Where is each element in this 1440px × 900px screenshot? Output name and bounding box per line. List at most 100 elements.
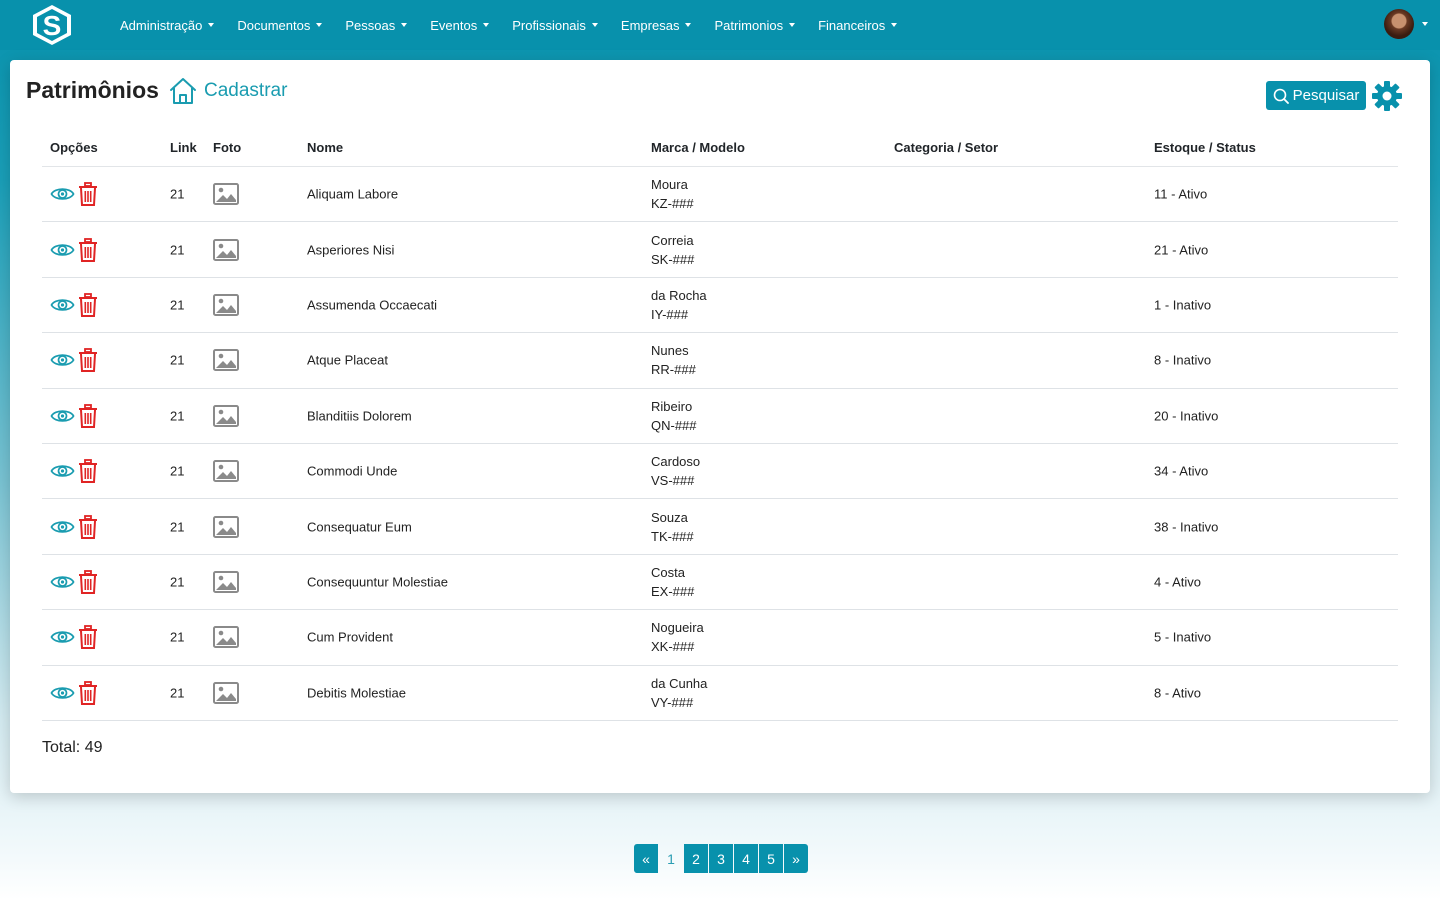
assets-card: Patrimônios Cadastrar Pesquisar Opções L…	[10, 60, 1430, 793]
user-menu[interactable]	[1384, 9, 1428, 39]
avatar[interactable]	[1384, 9, 1414, 39]
image-icon[interactable]	[213, 404, 239, 427]
image-icon[interactable]	[213, 460, 239, 483]
search-button[interactable]: Pesquisar	[1266, 81, 1366, 110]
header-name[interactable]: Nome	[307, 140, 343, 155]
image-icon[interactable]	[213, 570, 239, 593]
row-brand-model: da Rocha IY-###	[651, 286, 707, 324]
image-icon[interactable]	[213, 681, 239, 704]
image-icon[interactable]	[213, 183, 239, 206]
create-link[interactable]: Cadastrar	[204, 80, 287, 102]
row-brand-model: Moura KZ-###	[651, 175, 694, 213]
image-icon[interactable]	[213, 293, 239, 316]
pagination-page-3[interactable]: 3	[709, 844, 733, 873]
row-brand: Souza	[651, 509, 688, 525]
nav-item-patrimonios[interactable]: Patrimonios	[704, 0, 805, 50]
eye-icon[interactable]	[50, 296, 75, 314]
row-link[interactable]: 21	[170, 297, 184, 312]
nav-item-financeiros[interactable]: Financeiros	[808, 0, 907, 50]
s-logo-icon[interactable]: S	[30, 4, 74, 46]
eye-icon[interactable]	[50, 573, 75, 591]
eye-icon[interactable]	[50, 351, 75, 369]
table-row: 21 Atque Placeat Nunes RR-### 8 - Inativo	[42, 333, 1398, 389]
row-link[interactable]: 21	[170, 630, 184, 645]
caret-down-icon	[316, 23, 323, 27]
image-icon[interactable]	[213, 349, 239, 372]
pagination-page-2[interactable]: 2	[684, 844, 708, 873]
table-row: 21 Consequatur Eum Souza TK-### 38 - Inativo	[42, 499, 1398, 555]
image-icon[interactable]	[213, 626, 239, 649]
row-name: Consequuntur Molestiae	[307, 574, 448, 590]
caret-down-icon	[208, 23, 215, 27]
header-options: Opções	[50, 140, 98, 155]
eye-icon[interactable]	[50, 462, 75, 480]
eye-icon[interactable]	[50, 518, 75, 536]
table-row: 21 Blanditiis Dolorem Ribeiro QN-### 20 - In…	[42, 389, 1398, 444]
trash-icon[interactable]	[78, 514, 98, 539]
caret-down-icon	[591, 23, 598, 27]
table-row: 21 Aliquam Labore Moura KZ-### 11 - Ativo	[42, 167, 1398, 223]
gear-icon[interactable]	[1371, 80, 1403, 112]
header-photo: Foto	[213, 140, 242, 155]
trash-icon[interactable]	[78, 459, 98, 484]
pagination-page-4[interactable]: 4	[734, 844, 758, 873]
eye-icon[interactable]	[50, 407, 75, 425]
trash-icon[interactable]	[78, 182, 98, 207]
pagination-prev[interactable]: «	[634, 844, 658, 873]
home-icon[interactable]	[168, 76, 198, 106]
row-link[interactable]: 21	[170, 408, 184, 423]
row-link[interactable]: 21	[170, 685, 184, 700]
image-icon[interactable]	[213, 238, 239, 261]
row-name: Cum Provident	[307, 629, 393, 645]
row-options	[50, 182, 98, 207]
row-link[interactable]: 21	[170, 519, 184, 534]
eye-icon[interactable]	[50, 628, 75, 646]
trash-icon[interactable]	[78, 293, 98, 317]
row-model: TK-###	[651, 528, 694, 544]
row-brand-model: Souza TK-###	[651, 508, 694, 546]
eye-icon[interactable]	[50, 684, 75, 702]
nav-item-empresas[interactable]: Empresas	[611, 0, 702, 50]
trash-icon[interactable]	[78, 348, 98, 373]
nav-item-documentos[interactable]: Documentos	[227, 0, 332, 50]
nav-item-pessoas[interactable]: Pessoas	[335, 0, 417, 50]
row-options	[50, 680, 98, 705]
row-name: Asperiores Nisi	[307, 242, 395, 258]
row-link[interactable]: 21	[170, 574, 184, 589]
trash-icon[interactable]	[78, 403, 98, 428]
nav-item-administracao[interactable]: Administração	[110, 0, 224, 50]
table-row: 21 Commodi Unde Cardoso VS-### 34 - Ativo	[42, 444, 1398, 500]
trash-icon[interactable]	[78, 570, 98, 594]
trash-icon[interactable]	[78, 680, 98, 705]
header-category-sector[interactable]: Categoria / Setor	[894, 140, 998, 155]
eye-icon[interactable]	[50, 241, 75, 259]
pagination-next[interactable]: »	[784, 844, 808, 873]
row-link[interactable]: 21	[170, 353, 184, 368]
nav-item-profissionais[interactable]: Profissionais	[502, 0, 608, 50]
row-options	[50, 625, 98, 650]
row-stock-status: 4 - Ativo	[1154, 574, 1201, 590]
trash-icon[interactable]	[78, 625, 98, 650]
row-link[interactable]: 21	[170, 242, 184, 257]
row-link[interactable]: 21	[170, 464, 184, 479]
row-brand: Cardoso	[651, 454, 701, 470]
pagination-page-5[interactable]: 5	[759, 844, 783, 873]
row-stock-status: 8 - Ativo	[1154, 685, 1201, 701]
row-options	[50, 570, 98, 594]
pagination-page-1[interactable]: 1	[659, 844, 683, 873]
header-brand-model[interactable]: Marca / Modelo	[651, 140, 745, 155]
eye-icon[interactable]	[50, 185, 75, 203]
row-stock-status: 34 - Ativo	[1154, 463, 1209, 479]
trash-icon[interactable]	[78, 237, 98, 262]
row-name: Debitis Molestiae	[307, 685, 406, 701]
row-brand-model: da Cunha VY-###	[651, 674, 707, 712]
nav-item-eventos[interactable]: Eventos	[420, 0, 499, 50]
row-model: KZ-###	[651, 196, 694, 212]
table-body: 21 Aliquam Labore Moura KZ-### 11 - Ativo 21 A…	[42, 167, 1398, 721]
row-name: Aliquam Labore	[307, 186, 399, 202]
header-stock-status[interactable]: Estoque / Status	[1154, 140, 1256, 155]
row-options	[50, 293, 98, 317]
image-icon[interactable]	[213, 515, 239, 538]
row-link[interactable]: 21	[170, 187, 184, 202]
caret-down-icon	[891, 23, 898, 27]
